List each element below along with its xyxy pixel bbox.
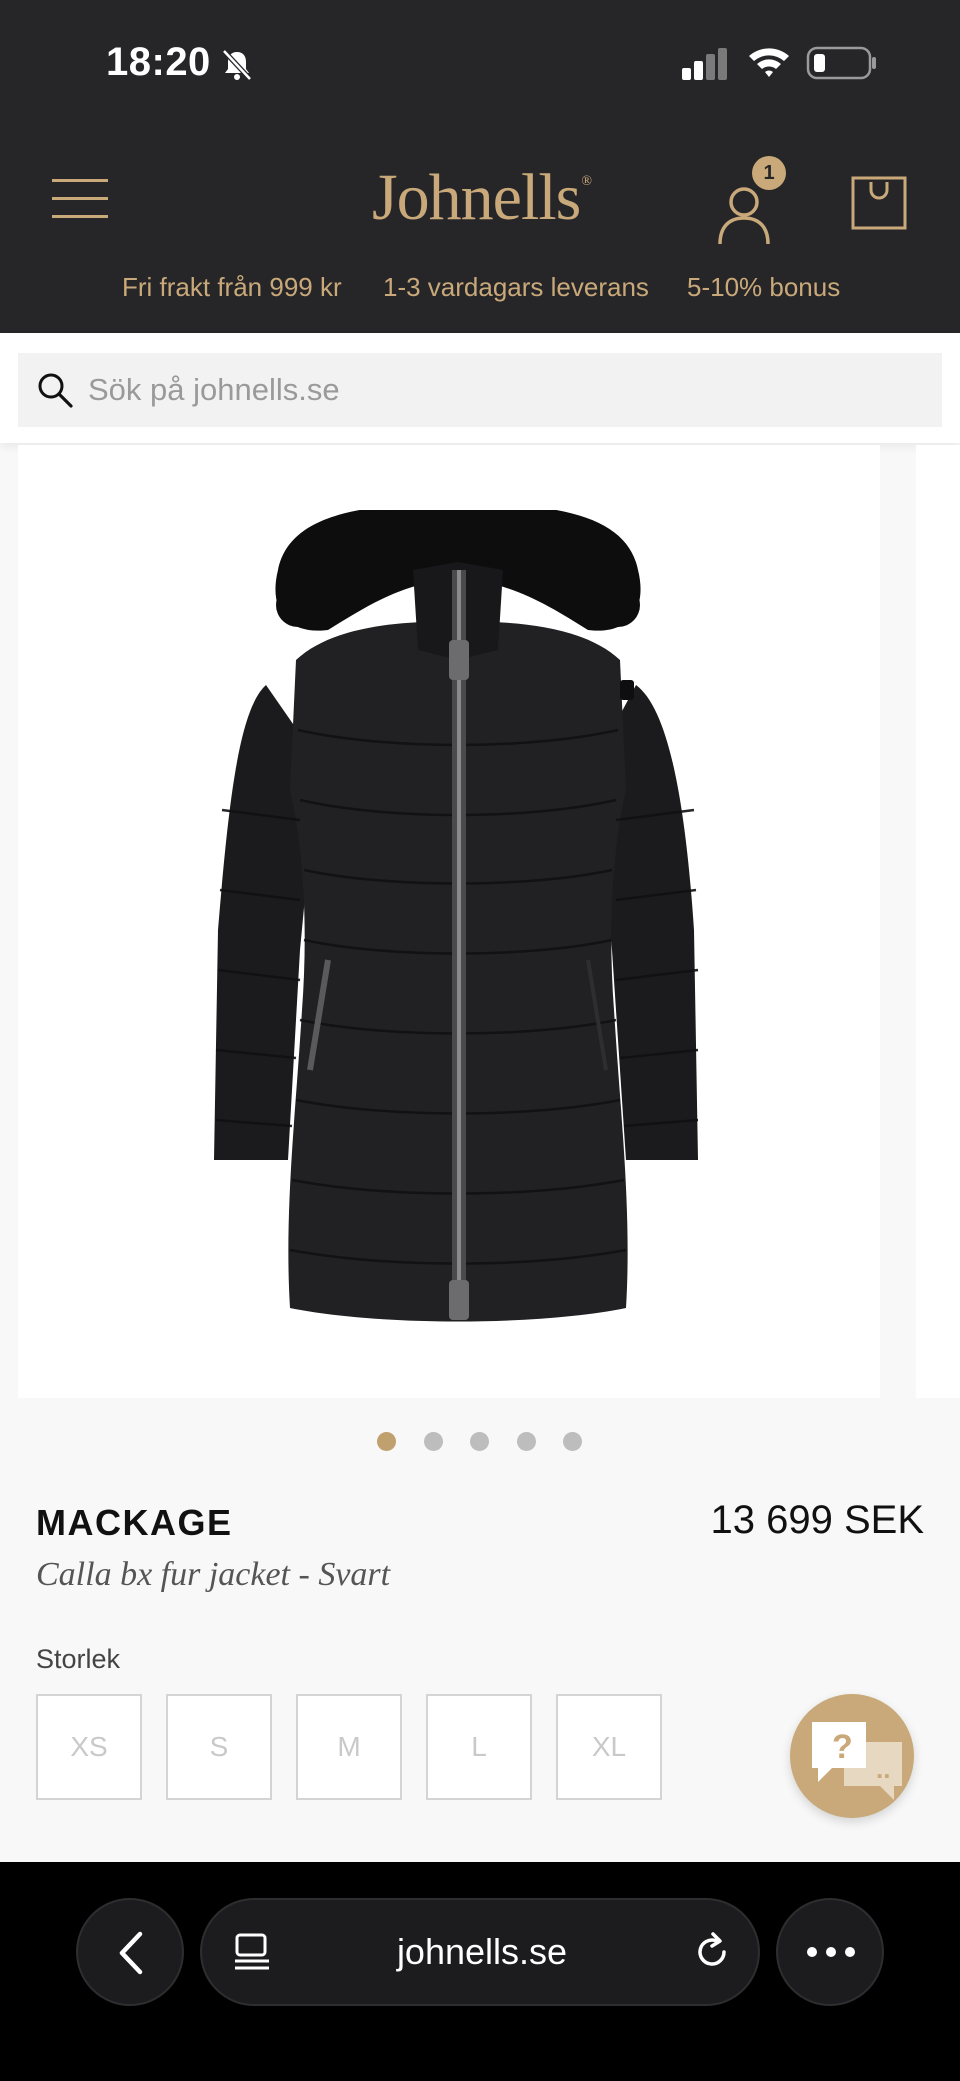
size-option-s[interactable]: S bbox=[166, 1694, 272, 1800]
browser-url: johnells.se bbox=[396, 1931, 568, 1972]
chat-question-mark: ? bbox=[832, 1728, 853, 1766]
product-image-slide[interactable] bbox=[18, 445, 880, 1398]
logo-registered-mark: ® bbox=[581, 174, 592, 189]
status-bar: 18:20 bbox=[0, 0, 960, 130]
gallery-dot-2[interactable] bbox=[424, 1432, 443, 1451]
browser-more-button[interactable] bbox=[776, 1898, 884, 2006]
product-brand[interactable]: MACKAGE bbox=[36, 1502, 233, 1544]
wifi-icon bbox=[749, 48, 789, 77]
product-name: Calla bx fur jacket - Svart bbox=[36, 1556, 391, 1593]
product-price: 13 699 SEK bbox=[710, 1498, 925, 1542]
hamburger-menu-icon[interactable] bbox=[52, 176, 108, 222]
size-option-l[interactable]: L bbox=[426, 1694, 532, 1800]
shopping-bag-icon[interactable] bbox=[850, 172, 908, 232]
more-dots-icon bbox=[807, 1947, 855, 1957]
search-icon bbox=[38, 373, 73, 408]
top-header-area: 18:20 Johnells® 1 Fri frakt från 999 kr … bbox=[0, 0, 960, 333]
usp-free-shipping: Fri frakt från 999 kr bbox=[122, 272, 342, 302]
product-image-jacket bbox=[214, 510, 699, 1322]
search-box[interactable] bbox=[18, 353, 942, 427]
size-option-xl[interactable]: XL bbox=[556, 1694, 662, 1800]
gallery-dot-5[interactable] bbox=[563, 1432, 582, 1451]
chat-support-button[interactable]: ? .. bbox=[790, 1694, 914, 1818]
gallery-dot-3[interactable] bbox=[470, 1432, 489, 1451]
usp-bonus: 5-10% bonus bbox=[687, 272, 841, 302]
search-bar bbox=[0, 333, 960, 443]
size-label: Storlek bbox=[36, 1644, 121, 1674]
search-input[interactable] bbox=[88, 353, 928, 427]
chat-dots: .. bbox=[876, 1754, 890, 1784]
browser-back-button[interactable] bbox=[76, 1898, 184, 2006]
johnells-logo[interactable]: Johnells® bbox=[372, 160, 592, 236]
product-image-gallery[interactable] bbox=[0, 445, 960, 1400]
size-option-m[interactable]: M bbox=[296, 1694, 402, 1800]
gallery-dot-4[interactable] bbox=[517, 1432, 536, 1451]
browser-address-bar[interactable]: johnells.se bbox=[200, 1898, 760, 2006]
battery-icon bbox=[806, 46, 876, 80]
account-notification-badge: 1 bbox=[752, 156, 786, 190]
gallery-dot-1[interactable] bbox=[377, 1432, 396, 1451]
cellular-signal-icon bbox=[682, 48, 727, 80]
bell-slash-icon bbox=[222, 49, 252, 81]
usp-banner: Fri frakt från 999 kr 1-3 vardagars leve… bbox=[0, 270, 960, 310]
status-time: 18:20 bbox=[106, 40, 211, 84]
browser-toolbar: johnells.se bbox=[0, 1862, 960, 2081]
gallery-pagination bbox=[0, 1432, 960, 1456]
size-option-xs[interactable]: XS bbox=[36, 1694, 142, 1800]
chat-bubbles-icon: ? .. bbox=[812, 1722, 902, 1800]
chevron-left-icon bbox=[119, 1931, 143, 1975]
logo-text: Johnells bbox=[372, 161, 581, 234]
reload-icon[interactable] bbox=[692, 1932, 732, 1972]
usp-delivery-time: 1-3 vardagars leverans bbox=[383, 272, 649, 302]
product-image-next-slide[interactable] bbox=[916, 445, 960, 1398]
site-header: Johnells® 1 bbox=[0, 150, 960, 260]
